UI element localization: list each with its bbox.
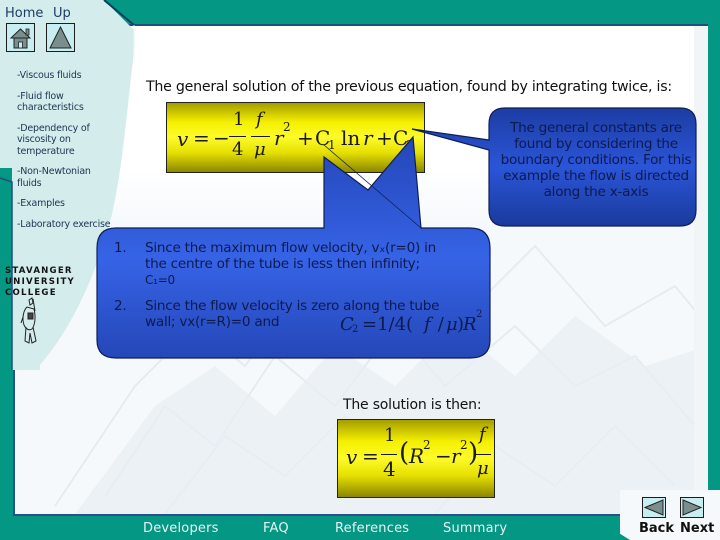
- condition-1-line-3: C₁=0: [145, 273, 175, 287]
- solution-equation-box: v = 1 4 ( R 2 − r 2 ) f μ: [337, 419, 495, 498]
- c2-eq-mu: μ: [446, 314, 458, 335]
- footer-link-developers[interactable]: Developers: [143, 521, 219, 536]
- sol-frac-num: 1: [384, 425, 396, 446]
- back-label[interactable]: Back: [639, 521, 674, 536]
- c2-equation: C 2 =1/4( f / μ ) R 2: [340, 309, 490, 338]
- c2-eq-sub: 2: [352, 324, 359, 335]
- constants-callout-text: The general constants are found by consi…: [500, 120, 692, 200]
- sol-equals: =: [362, 444, 379, 468]
- sol-frac-bar: [381, 454, 397, 455]
- pager-corner-accent: [600, 530, 630, 540]
- sol-r-exp: 2: [460, 438, 468, 452]
- sol-minus: −: [435, 444, 452, 468]
- sol-mu: μ: [477, 458, 489, 479]
- sol-frac-den: 4: [383, 457, 396, 481]
- c2-eq-f: f: [424, 314, 431, 335]
- solution-intro: The solution is then:: [343, 397, 482, 413]
- footer-link-references[interactable]: References: [335, 521, 409, 536]
- right-triangle-icon: [682, 499, 703, 516]
- sol-v: v: [346, 445, 358, 469]
- condition-1-line-1: Since the maximum flow velocity, vₓ(r=0)…: [145, 240, 436, 256]
- next-button[interactable]: [680, 497, 704, 518]
- left-triangle-icon: [643, 499, 664, 516]
- c2-eq-exp: 2: [476, 309, 483, 320]
- c2-eq-R: R: [463, 314, 477, 335]
- condition-2-number: 2.: [114, 298, 127, 314]
- condition-1-number: 1.: [114, 240, 127, 256]
- sol-open-paren: (: [399, 438, 410, 468]
- sol-f: f: [479, 424, 486, 445]
- c2-eq-rest: =1/4(: [362, 314, 414, 335]
- next-label[interactable]: Next: [680, 521, 714, 536]
- condition-1-line-2: the centre of the tube is less then infi…: [145, 256, 420, 272]
- footer-link-faq[interactable]: FAQ: [263, 521, 289, 536]
- sol-R: R: [409, 444, 425, 468]
- sol-R-exp: 2: [423, 438, 431, 452]
- condition-2-line-2: wall; vx(r=R)=0 and: [145, 314, 280, 330]
- back-button[interactable]: [642, 497, 666, 518]
- footer-link-summary[interactable]: Summary: [443, 521, 507, 536]
- sol-f-mu-bar: [475, 454, 491, 455]
